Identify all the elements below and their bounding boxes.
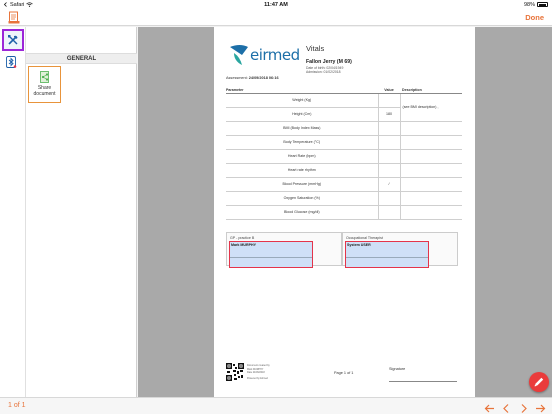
signature-label: Signature: [389, 367, 406, 371]
patient-name: Fallon Jerry (M 69): [306, 59, 352, 65]
chevron-left-icon: [503, 404, 509, 413]
share-document-tile[interactable]: Share document: [28, 66, 61, 103]
value-cell: [377, 149, 401, 164]
status-bar: Safari 11:47 AM 98%: [0, 0, 552, 9]
table-row: Body Temperature (°C): [226, 135, 462, 150]
value-cell: [377, 121, 401, 136]
logo-text: eirmed: [250, 46, 300, 64]
table-row: Blood Glucose (mg/dl): [226, 205, 462, 220]
assessment-line: Assessment: 24/09/2018 06:16: [226, 76, 279, 80]
done-button[interactable]: Done: [525, 13, 544, 22]
chevron-right-icon: [521, 404, 527, 413]
signature-underline: [389, 381, 457, 382]
page-navigation: [484, 401, 546, 413]
description-cell: [400, 163, 462, 178]
table-row: Oxygen Saturation (%): [226, 191, 462, 206]
page-count: 1 of 1: [8, 402, 26, 409]
first-page-button[interactable]: [484, 401, 495, 413]
table-row: Blood Pressure (mmHg) /: [226, 177, 462, 192]
table-row: Heart rate rhythm: [226, 163, 462, 178]
share-document-label: Share document: [33, 85, 56, 97]
description-cell: [400, 149, 462, 164]
param-cell: Oxygen Saturation (%): [226, 191, 378, 206]
param-cell: Body Temperature (°C): [226, 135, 378, 150]
section-header-general: GENERAL: [26, 53, 137, 64]
value-cell: /: [377, 177, 401, 192]
signature-box-ot: Occupational Therapist System USER: [342, 232, 458, 268]
side-panel: GENERAL Share document: [26, 27, 137, 397]
description-cell: [400, 205, 462, 220]
signature-role: GP - practice B: [230, 236, 255, 240]
last-page-button[interactable]: [535, 401, 546, 413]
bluetooth-button[interactable]: [2, 53, 24, 75]
eirmed-logo-mark-icon: [230, 45, 248, 65]
signature-field-gp[interactable]: Mark MURPHY: [229, 240, 313, 268]
signature-line: [230, 256, 312, 258]
param-cell: Blood Glucose (mg/dl): [226, 205, 378, 220]
table-row: Heart Rate (bpm): [226, 149, 462, 164]
tool-strip: [0, 27, 26, 397]
signer-name: Mark MURPHY: [231, 242, 256, 247]
value-cell: [377, 135, 401, 150]
table-row: Weight (Kg) (see BMI description) ,: [226, 93, 462, 122]
status-time: 11:47 AM: [264, 1, 288, 8]
document-list-icon[interactable]: [8, 11, 20, 24]
document-viewport[interactable]: eirmed Vitals Fallon Jerry (M 69) Date o…: [138, 27, 552, 397]
footer-meta-3: Date 24/09/2018: [247, 371, 265, 374]
battery-percent: 98%: [523, 1, 535, 8]
tools-button[interactable]: [2, 29, 24, 51]
footer-meta-4: Powered by Eirmed: [247, 377, 268, 380]
arrow-right-icon: [536, 404, 546, 413]
nav-bar: Done: [0, 9, 552, 26]
page-number: Page 1 of 1: [334, 371, 354, 375]
eirmed-logo: eirmed: [228, 43, 300, 67]
assessment-label: Assessment:: [226, 76, 248, 80]
battery-icon: [537, 2, 548, 7]
param-cell: Height (Cm): [226, 107, 378, 122]
share-icon: [40, 71, 49, 83]
signature-role: Occupational Therapist: [346, 236, 383, 240]
param-cell: Heart Rate (bpm): [226, 149, 378, 164]
document-title: Vitals: [306, 44, 325, 53]
description-cell: [400, 121, 462, 136]
bottom-bar: 1 of 1: [0, 397, 552, 414]
description-cell: [400, 191, 462, 206]
next-page-button[interactable]: [518, 401, 529, 413]
bluetooth-icon: [6, 56, 17, 68]
qr-code-icon: [226, 363, 244, 381]
status-right: 98%: [524, 2, 548, 8]
value-cell: [377, 191, 401, 206]
description-cell: [400, 135, 462, 150]
patient-admission: Admission: 01/02/2018: [306, 70, 341, 74]
tools-icon: [8, 35, 18, 45]
signature-field-ot[interactable]: System USER: [345, 240, 429, 268]
value-cell: 180: [377, 107, 401, 122]
value-cell: [377, 163, 401, 178]
arrow-left-icon: [484, 404, 494, 413]
description-cell: [400, 177, 462, 192]
pencil-icon: [534, 377, 544, 387]
param-cell: BMI (Body Index Mass): [226, 121, 378, 136]
previous-page-button[interactable]: [501, 401, 512, 413]
signature-line: [346, 256, 428, 258]
signature-box-gp: GP - practice B Mark MURPHY: [226, 232, 342, 268]
vitals-table: Parameter Value Description Weight (Kg) …: [226, 87, 462, 220]
value-cell: [377, 93, 401, 108]
document-page: eirmed Vitals Fallon Jerry (M 69) Date o…: [214, 27, 475, 397]
param-cell: Weight (Kg): [226, 93, 378, 108]
signer-name: System USER: [347, 242, 371, 247]
param-cell: Heart rate rhythm: [226, 163, 378, 178]
table-row: BMI (Body Index Mass): [226, 121, 462, 136]
value-cell: [377, 205, 401, 220]
annotate-button[interactable]: [529, 372, 549, 392]
assessment-value: 24/09/2018 06:16: [248, 76, 279, 80]
param-cell: Blood Pressure (mmHg): [226, 177, 378, 192]
description-cell: (see BMI description) ,: [400, 93, 462, 122]
